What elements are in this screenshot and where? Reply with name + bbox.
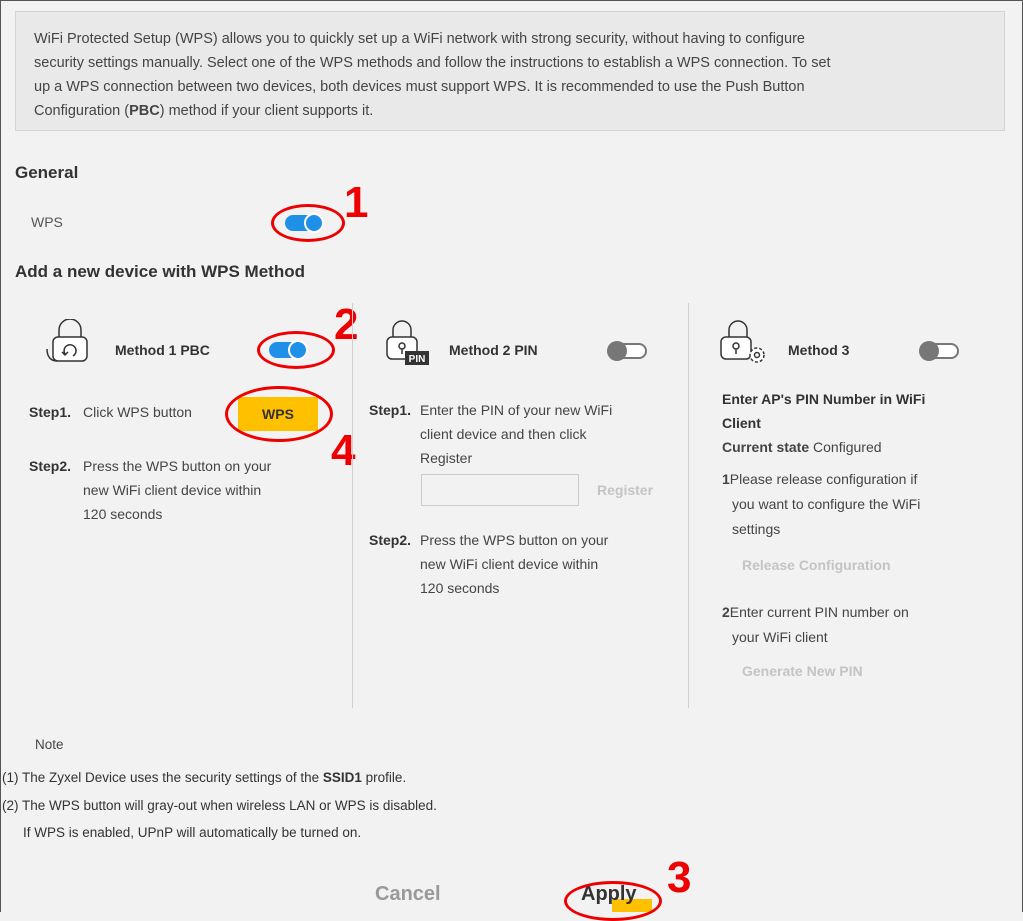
add-device-title: Add a new device with WPS Method [15,262,305,281]
intro-line: Configuration (PBC) method if your clien… [34,99,986,123]
wps-page: WiFi Protected Setup (WPS) allows you to… [0,0,1023,921]
intro-line: security settings manually. Select one o… [34,55,831,71]
intro-line: up a WPS connection between two devices,… [34,79,805,95]
step-line: client device and then click [420,426,587,442]
step-line: Register [420,450,473,466]
register-button[interactable]: Register [597,482,653,498]
annotation-ring [271,204,345,242]
item-number: 1 [722,471,730,487]
step-line: 120 seconds [83,506,163,522]
item2-line: 2Enter current PIN number on [722,600,909,625]
note-bold: SSID1 [322,770,362,785]
method1-step1-text: Click WPS button [83,404,192,420]
method2-step1-text: Enter the PIN of your new WiFi client de… [420,398,612,470]
note-2: (2) The WPS button will gray-out when wi… [2,798,437,813]
note-title: Note [35,737,64,752]
method2-step2-text: Press the WPS button on your new WiFi cl… [420,528,608,600]
intro-bold: PBC [129,103,160,119]
method3-current-state: Current state Configured [722,435,882,459]
item1-line: 1Please release configuration if [722,467,920,492]
intro-text: Configuration ( [34,103,130,119]
callout-3: 3 [667,853,692,902]
method3-toggle[interactable] [919,341,959,361]
step-line: Press the WPS button on your [83,458,272,474]
item-text: Enter current PIN number on [729,604,909,620]
step-line: Enter the PIN of your new WiFi [420,402,613,418]
item1-line: you want to configure the WiFi [732,496,921,512]
note-2-cont: If WPS is enabled, UPnP will automatical… [23,825,362,840]
method2-step1-label: Step1. [369,402,412,418]
method1-title: Method 1 PBC [115,342,210,358]
lock-gear-icon [720,320,765,363]
intro-line: WiFi Protected Setup (WPS) allows you to… [34,31,805,47]
method2-toggle[interactable] [607,341,647,361]
annotation-ring [257,331,335,369]
step-line: new WiFi client device within [420,556,599,572]
heading-line: Client [722,415,761,431]
step-line: 120 seconds [420,580,500,596]
pin-icon-text: PIN [409,354,426,365]
step-line: new WiFi client device within [83,482,262,498]
intro-text: ) method if your client supports it. [159,103,374,119]
general-title: General [15,163,79,182]
method2-title: Method 2 PIN [449,342,538,358]
callout-2: 2 [334,300,359,349]
state-value: Configured [813,439,882,455]
method2-step2-label: Step2. [369,532,412,548]
step-line: Press the WPS button on your [420,532,609,548]
method1-step2-label: Step2. [29,458,72,474]
lock-pin-icon: PIN [386,320,429,365]
note-text: (1) The Zyxel Device uses the security s… [2,770,323,785]
state-label: Current state [722,439,810,455]
item-number: 2 [722,604,730,620]
cancel-button[interactable]: Cancel [375,883,441,906]
note-text: profile. [361,770,407,785]
column-divider [352,303,353,708]
method3-item2: 2Enter current PIN number on your WiFi c… [722,600,909,650]
pin-input[interactable] [421,474,579,506]
annotation-ring [225,386,333,442]
release-configuration-button[interactable]: Release Configuration [742,557,891,573]
method1-step1-label: Step1. [29,404,72,420]
callout-1: 1 [344,178,369,227]
heading-line: Enter AP's PIN Number in WiFi [722,391,926,407]
lock-refresh-icon [46,319,88,362]
method3-title: Method 3 [788,342,850,358]
annotation-ring [564,881,662,921]
method3-item1: 1Please release configuration if you wan… [722,467,920,542]
wps-label: WPS [31,214,63,230]
method3-heading: Enter AP's PIN Number in WiFi Client [722,387,925,435]
intro-description: WiFi Protected Setup (WPS) allows you to… [15,11,1005,131]
method1-step2-text: Press the WPS button on your new WiFi cl… [83,454,271,526]
toggle-knob [607,341,627,361]
item-text: Please release configuration if [729,471,918,487]
toggle-knob [919,341,939,361]
item2-line: your WiFi client [732,629,828,645]
item1-line: settings [732,521,781,537]
note-1: (1) The Zyxel Device uses the security s… [2,770,406,785]
column-divider [688,303,689,708]
generate-new-pin-button[interactable]: Generate New PIN [742,663,863,679]
